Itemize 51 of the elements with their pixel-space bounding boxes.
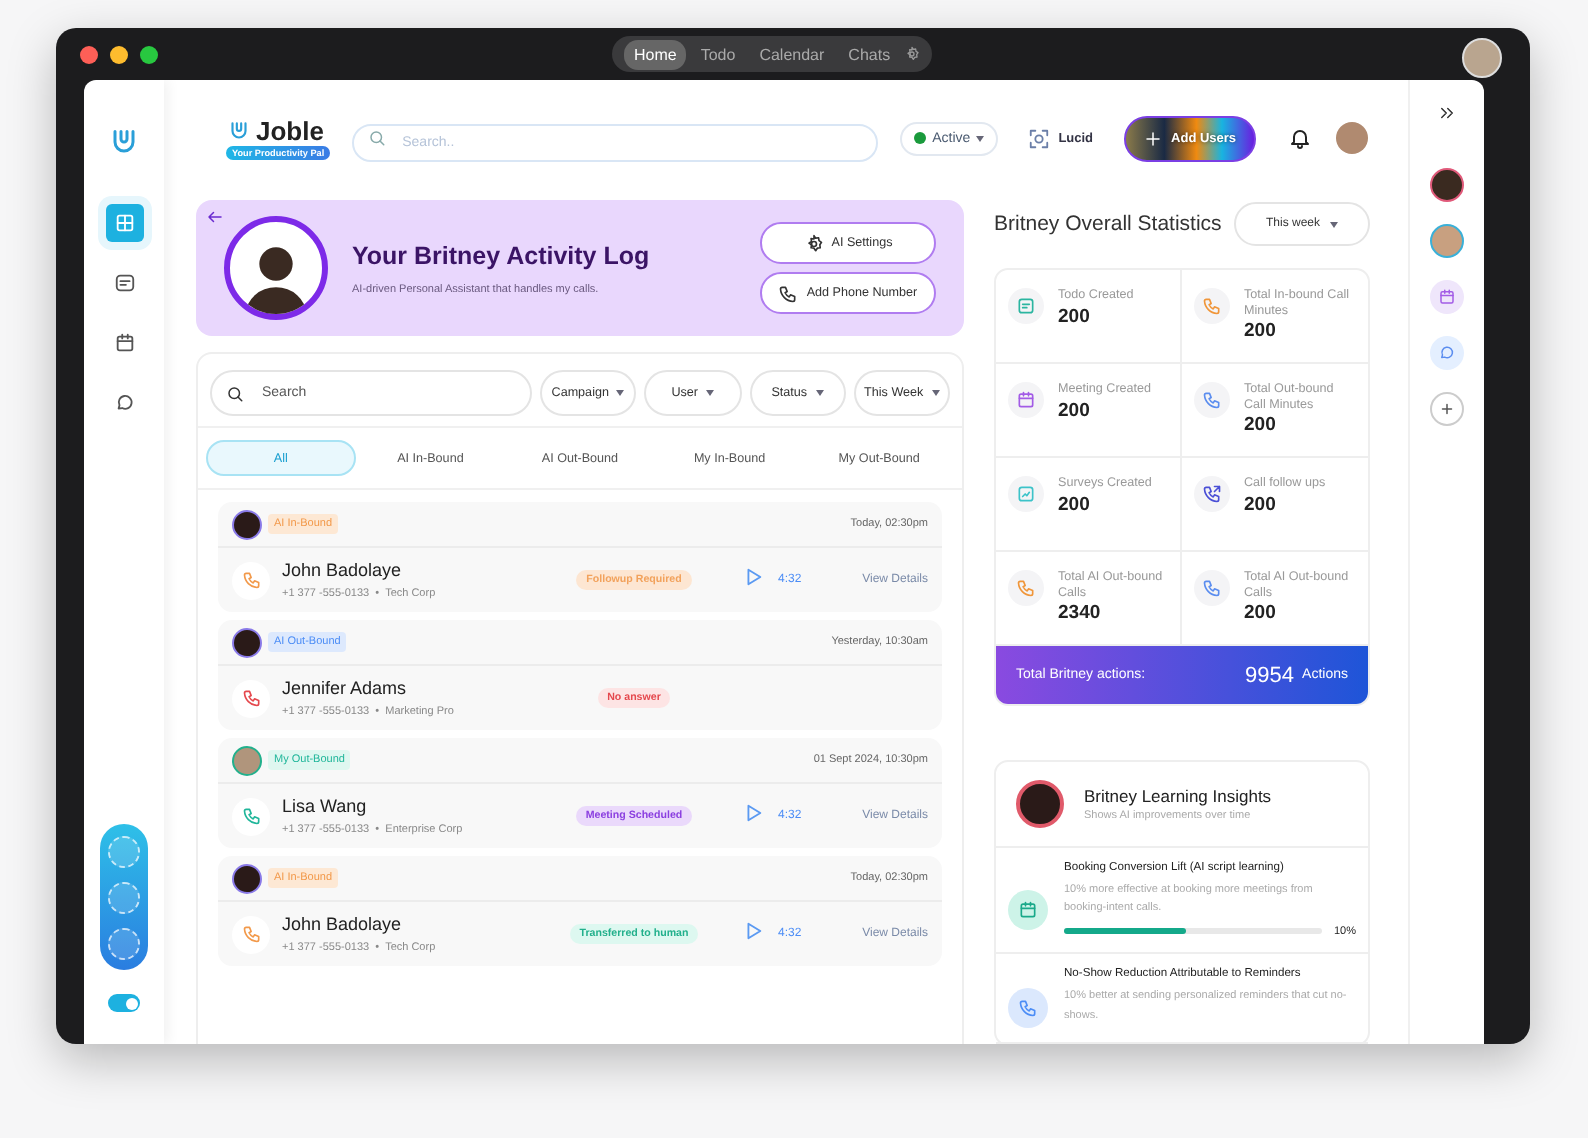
statistics-title: Britney Overall Statistics bbox=[994, 212, 1222, 236]
contact-name: John Badolaye bbox=[282, 560, 404, 580]
logo-icon bbox=[226, 118, 252, 144]
nav-tab[interactable]: Home bbox=[624, 39, 687, 69]
avatar bbox=[1016, 780, 1064, 828]
stat-value: 200 bbox=[1244, 320, 1278, 343]
add-button[interactable] bbox=[1430, 392, 1464, 426]
plus-icon bbox=[1143, 129, 1162, 147]
stat-value: 200 bbox=[1244, 602, 1278, 625]
calendar-icon[interactable] bbox=[1430, 280, 1464, 314]
contact-name: Jennifer Adams bbox=[282, 678, 409, 698]
stat-value: 200 bbox=[1058, 399, 1092, 422]
avatar bbox=[232, 745, 262, 775]
search-icon bbox=[226, 384, 244, 402]
contact-name: John Badolaye bbox=[282, 914, 404, 934]
phone-icon bbox=[241, 806, 261, 826]
phone-icon bbox=[241, 924, 261, 944]
account-switcher[interactable] bbox=[100, 824, 148, 970]
avatar[interactable] bbox=[1430, 168, 1464, 202]
scan-icon bbox=[1028, 127, 1051, 149]
stat-value: 200 bbox=[1058, 493, 1092, 516]
toggle-switch[interactable] bbox=[108, 994, 140, 1012]
stat-value: 2340 bbox=[1058, 602, 1103, 625]
phone-icon bbox=[241, 570, 261, 590]
nav-tab[interactable]: Chats bbox=[838, 39, 901, 69]
stat-value: 200 bbox=[1244, 414, 1278, 437]
settings-icon bbox=[904, 46, 921, 62]
phone-icon bbox=[241, 688, 261, 708]
search-icon bbox=[368, 129, 387, 147]
contact-name: Lisa Wang bbox=[282, 796, 369, 816]
settings-icon bbox=[803, 233, 824, 253]
user-avatar[interactable] bbox=[1462, 38, 1502, 78]
insights-title: Britney Learning Insights bbox=[1084, 786, 1272, 806]
banner-title: Your Britney Activity Log bbox=[352, 241, 652, 269]
stat-value: 200 bbox=[1244, 493, 1278, 516]
phone-icon bbox=[778, 283, 799, 303]
nav-tab[interactable]: Todo bbox=[690, 39, 746, 69]
avatar bbox=[232, 509, 262, 539]
maximize-button[interactable] bbox=[140, 45, 158, 63]
phone-icon bbox=[1018, 997, 1038, 1018]
avatar bbox=[232, 627, 262, 657]
calendar-icon bbox=[1018, 899, 1038, 920]
minimize-button[interactable] bbox=[110, 45, 128, 63]
nav-tab[interactable]: Calendar bbox=[749, 39, 835, 69]
brand-name: Joble bbox=[256, 116, 324, 146]
total-value: 9954 bbox=[1245, 663, 1295, 687]
close-button[interactable] bbox=[80, 45, 98, 63]
avatar bbox=[232, 863, 262, 893]
stat-value: 200 bbox=[1058, 305, 1092, 328]
bell-icon bbox=[1288, 126, 1313, 150]
back-arrow-icon bbox=[206, 208, 224, 226]
